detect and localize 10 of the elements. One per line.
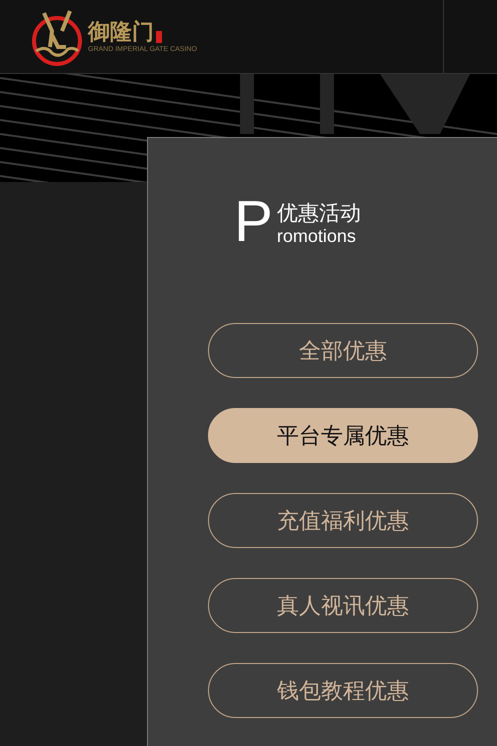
heading-letter: P — [234, 198, 273, 246]
category-button[interactable]: 真人视讯优惠 — [208, 578, 478, 633]
category-button[interactable]: 全部优惠 — [208, 323, 478, 378]
heading-title: 优惠活动 — [276, 202, 361, 226]
category-button[interactable]: 充值福利优惠 — [208, 493, 478, 548]
category-button[interactable]: 钱包教程优惠 — [208, 663, 478, 718]
heading-subtitle: romotions — [276, 226, 357, 246]
category-button[interactable]: 平台专属优惠 — [208, 408, 478, 463]
seal-icon — [156, 30, 162, 42]
logo-name: 御隆门 — [88, 20, 154, 42]
